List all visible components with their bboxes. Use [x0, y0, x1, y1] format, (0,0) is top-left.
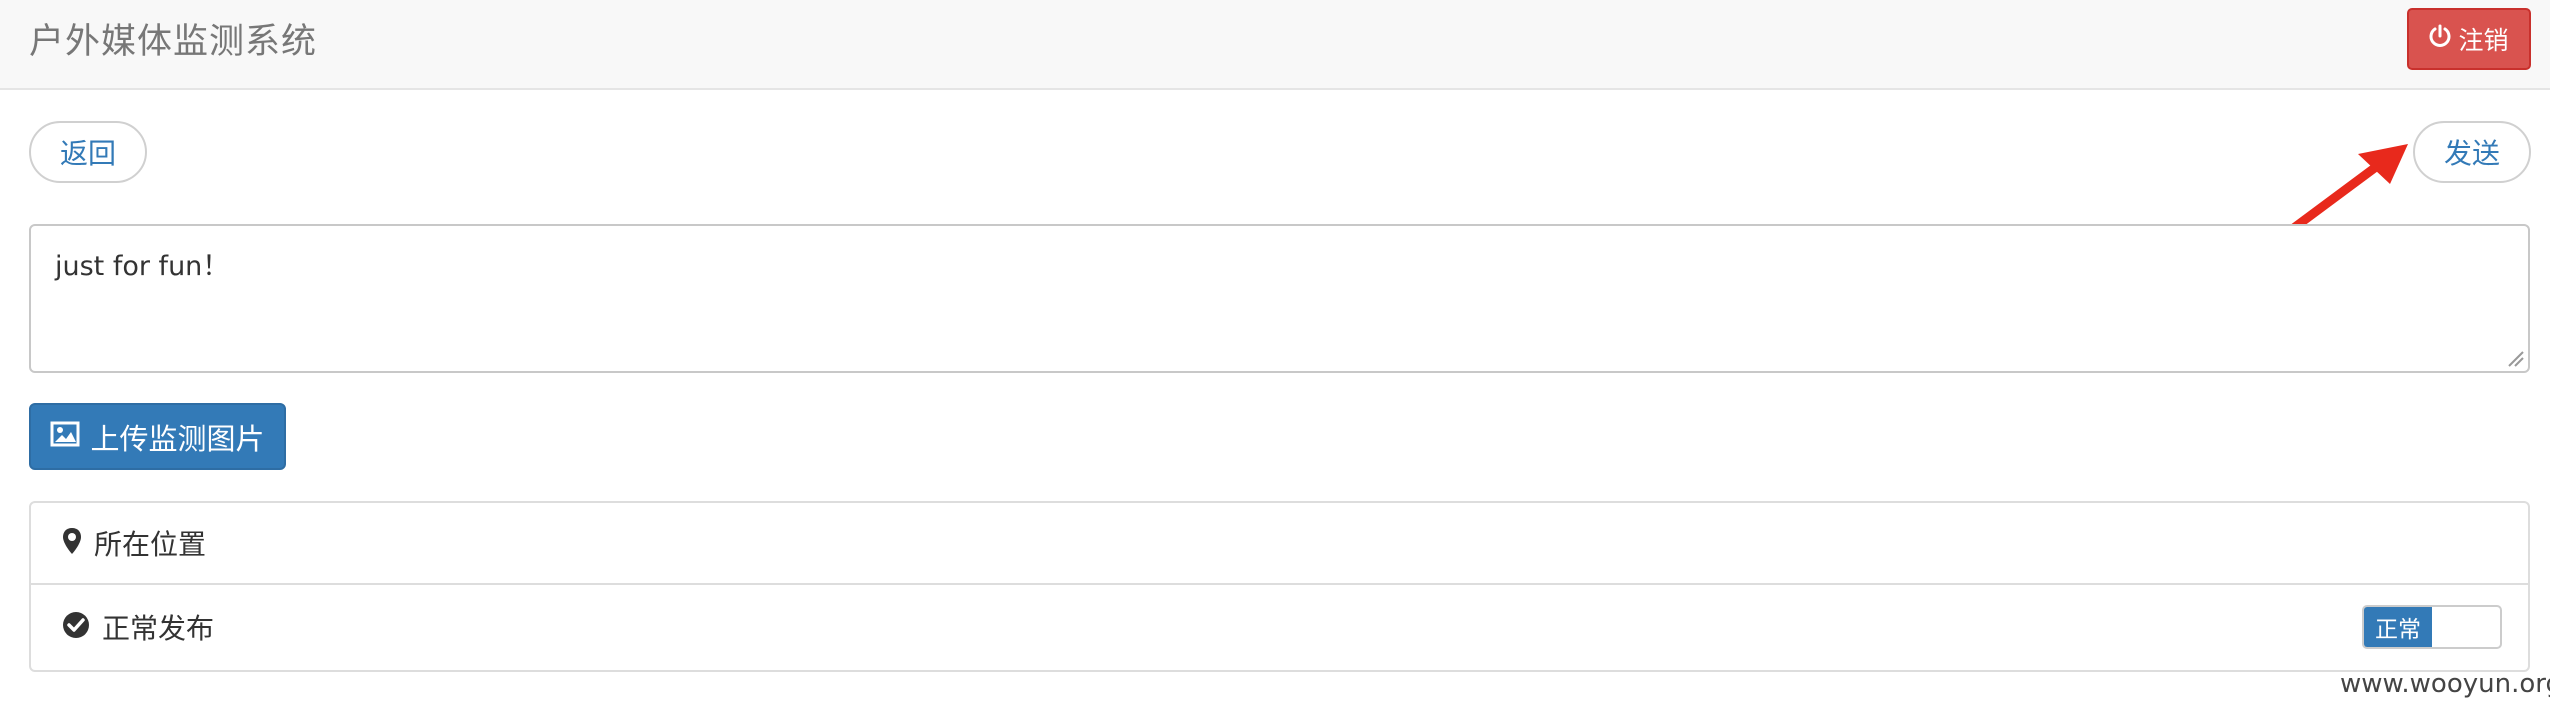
location-row[interactable]: 所在位置 [31, 503, 2528, 585]
power-icon [2429, 24, 2451, 54]
message-text: just for fun！ [55, 251, 230, 282]
image-icon [50, 420, 80, 454]
watermark: www.wooyun.org [2340, 669, 2550, 699]
send-button[interactable]: 发送 [2413, 121, 2531, 183]
info-panel: 所在位置 正常发布 正常 [29, 501, 2530, 672]
message-textarea[interactable]: just for fun！ [29, 224, 2530, 373]
top-navbar: 户外媒体监测系统 注销 [0, 0, 2550, 90]
logout-button[interactable]: 注销 [2407, 8, 2531, 70]
back-button[interactable]: 返回 [29, 121, 147, 183]
location-label: 所在位置 [94, 528, 207, 561]
resize-handle-icon[interactable] [2505, 348, 2525, 368]
publish-label: 正常发布 [102, 612, 215, 645]
upload-image-button[interactable]: 上传监测图片 [29, 403, 286, 470]
publish-row: 正常发布 正常 [31, 586, 2528, 668]
logout-label: 注销 [2458, 26, 2509, 55]
upload-label: 上传监测图片 [90, 421, 265, 456]
map-marker-icon [62, 527, 82, 559]
publish-toggle-switch[interactable]: 正常 [2362, 605, 2502, 649]
check-circle-icon [62, 611, 90, 643]
toggle-on-label: 正常 [2364, 607, 2432, 647]
app-title: 户外媒体监测系统 [29, 22, 318, 62]
